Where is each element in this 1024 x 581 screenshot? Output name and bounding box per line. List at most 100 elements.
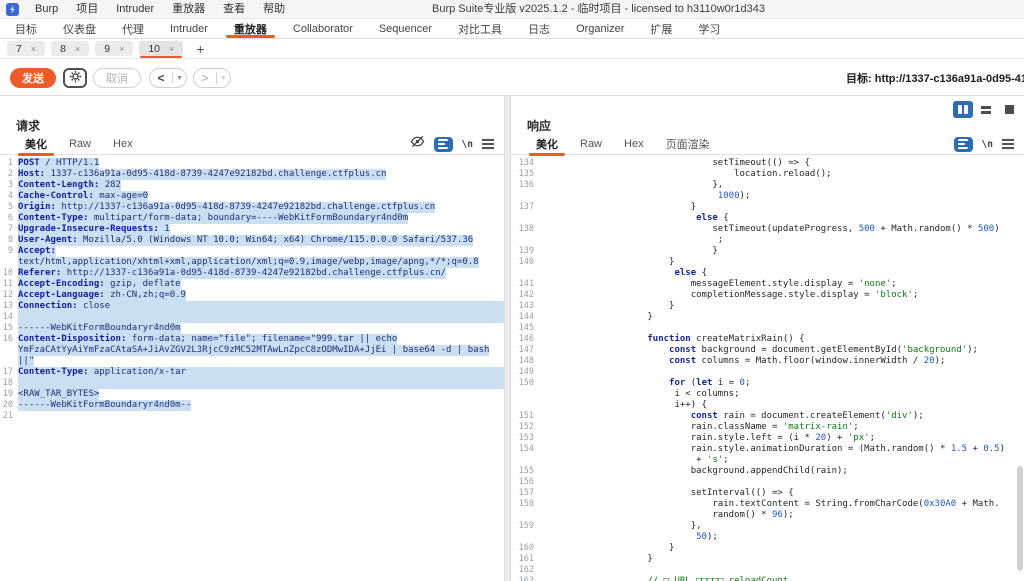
menu-item[interactable]: 查看	[214, 3, 254, 15]
session-tab[interactable]: 10×	[139, 41, 183, 56]
session-tabs: 7× 8× 9× 10×	[7, 41, 189, 56]
editor-view-tab[interactable]: Hex	[102, 134, 144, 155]
code-line: else {	[511, 268, 1024, 279]
history-forward-button[interactable]: > ▼	[193, 68, 231, 88]
menu-item[interactable]: 项目	[67, 3, 107, 15]
line-number: 20	[0, 400, 18, 411]
history-back-button[interactable]: < ▼	[149, 68, 187, 88]
response-editor[interactable]: 134 setTimeout(() => {135 location.reloa…	[511, 156, 1024, 581]
code-line: 11Accept-Encoding: gzip, deflate	[0, 279, 504, 290]
line-number: 21	[0, 411, 18, 422]
code-line: 153 rain.style.left = (i * 20) + 'px';	[511, 433, 1024, 444]
code-line: 16Content-Disposition: form-data; name="…	[0, 334, 504, 345]
editor-view-tab[interactable]: Hex	[613, 134, 655, 155]
code-line: 155 background.appendChild(rain);	[511, 466, 1024, 477]
main-tab[interactable]: Intruder	[157, 19, 221, 38]
editor-view-tab[interactable]: 页面渲染	[655, 134, 721, 155]
settings-button[interactable]	[63, 68, 87, 88]
newline-icon[interactable]: \n	[982, 139, 993, 150]
main-tab[interactable]: 对比工具	[445, 19, 515, 38]
add-tab-button[interactable]: +	[189, 41, 211, 57]
line-number: 159	[511, 521, 539, 532]
main-tab[interactable]: 代理	[109, 19, 157, 38]
layout-single-button[interactable]	[999, 101, 1019, 118]
menu-item[interactable]: Burp	[26, 3, 67, 15]
code-line: 17Content-Type: application/x-tar	[0, 367, 504, 378]
line-number: 138	[511, 224, 539, 235]
dropdown-arrow-icon[interactable]: ▼	[217, 75, 230, 82]
main-tab[interactable]: 重放器	[221, 19, 280, 38]
line-number: 160	[511, 543, 539, 554]
close-tab-icon[interactable]: ×	[75, 44, 80, 54]
eye-slash-icon[interactable]	[410, 134, 425, 154]
code-line: 144 }	[511, 312, 1024, 323]
menu-item[interactable]: 重放器	[163, 3, 214, 15]
code-text: },	[539, 521, 702, 532]
layout-rows-button[interactable]	[976, 101, 996, 118]
line-number: 149	[511, 367, 539, 378]
line-number: 9	[0, 246, 18, 257]
code-line: 20------WebKitFormBoundaryr4nd0m--	[0, 400, 504, 411]
dropdown-arrow-icon[interactable]: ▼	[173, 75, 186, 82]
line-number: 139	[511, 246, 539, 257]
request-panel: 请求 美化RawHex \n 1POST / HTTP/1.12Host: 13…	[0, 96, 504, 581]
line-number: 18	[0, 378, 18, 389]
code-line: 142 completionMessage.style.display = 'b…	[511, 290, 1024, 301]
send-button[interactable]: 发送	[10, 68, 56, 88]
editor-view-tab[interactable]: Raw	[58, 134, 102, 155]
chevron-left-icon: <	[150, 71, 172, 85]
code-text: Cache-Control: max-age=0	[18, 191, 148, 202]
session-tab[interactable]: 9×	[95, 41, 133, 56]
code-text: Content-Type: application/x-tar	[18, 367, 504, 378]
close-tab-icon[interactable]: ×	[119, 44, 124, 54]
menu-item[interactable]: 帮助	[254, 3, 294, 15]
pretty-print-icon[interactable]	[954, 137, 973, 152]
code-text: User-Agent: Mozilla/5.0 (Windows NT 10.0…	[18, 235, 473, 246]
close-tab-icon[interactable]: ×	[31, 44, 36, 54]
pretty-print-icon[interactable]	[434, 137, 453, 152]
cancel-button[interactable]: 取消	[93, 68, 141, 88]
code-line: 137 }	[511, 202, 1024, 213]
close-tab-icon[interactable]: ×	[169, 44, 174, 54]
code-line: 148 const columns = Math.floor(window.in…	[511, 356, 1024, 367]
session-tab[interactable]: 7×	[7, 41, 45, 56]
line-number: 17	[0, 367, 18, 378]
main-tab[interactable]: 仪表盘	[50, 19, 109, 38]
code-text: // □ URL □□□□□ reloadCount	[539, 576, 788, 581]
line-number: 1	[0, 158, 18, 169]
main-tab[interactable]: 学习	[685, 19, 733, 38]
menu-item[interactable]: Intruder	[107, 3, 163, 15]
code-text: rain.className = 'matrix-rain';	[539, 422, 859, 433]
code-line: 158 rain.textContent = String.fromCharCo…	[511, 499, 1024, 510]
panel-splitter[interactable]	[504, 96, 511, 581]
scrollbar-thumb[interactable]	[1017, 466, 1023, 571]
layout-columns-button[interactable]	[953, 101, 973, 118]
editor-view-tab[interactable]: Raw	[569, 134, 613, 155]
code-text: random() * 96);	[539, 510, 794, 521]
gear-icon	[69, 70, 82, 86]
main-tab[interactable]: 日志	[515, 19, 563, 38]
main-tab[interactable]: 扩展	[637, 19, 685, 38]
main-tab[interactable]: Sequencer	[366, 19, 445, 38]
hamburger-menu-icon[interactable]	[1002, 139, 1014, 149]
line-number: 14	[0, 312, 18, 323]
line-number: 13	[0, 301, 18, 312]
code-text: else {	[539, 268, 707, 279]
session-tab[interactable]: 8×	[51, 41, 89, 56]
line-number: 6	[0, 213, 18, 224]
line-number: 137	[511, 202, 539, 213]
main-tab[interactable]: Collaborator	[280, 19, 366, 38]
code-text: location.reload();	[539, 169, 832, 180]
request-editor[interactable]: 1POST / HTTP/1.12Host: 1337-c136a91a-0d9…	[0, 156, 504, 581]
hamburger-menu-icon[interactable]	[482, 139, 494, 149]
main-tab[interactable]: 目标	[2, 19, 50, 38]
line-number: 4	[0, 191, 18, 202]
line-number	[0, 257, 18, 268]
newline-icon[interactable]: \n	[462, 139, 473, 150]
editor-view-tab[interactable]: 美化	[14, 134, 58, 155]
code-text: setInterval(() => {	[539, 488, 794, 499]
editor-view-tab[interactable]: 美化	[525, 134, 569, 155]
line-number: 150	[511, 378, 539, 389]
main-tab[interactable]: Organizer	[563, 19, 637, 38]
code-line: + 's';	[511, 455, 1024, 466]
